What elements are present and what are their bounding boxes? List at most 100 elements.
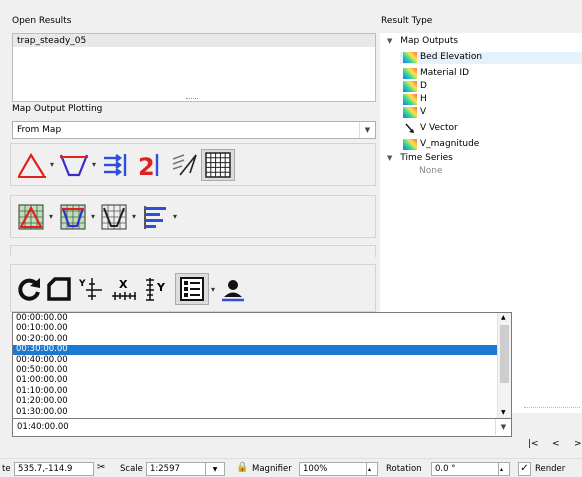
scroll-down-icon[interactable]: ▼ (501, 409, 506, 416)
coordinate-label: te (2, 464, 11, 474)
map-output-plotting-title: Map Output Plotting (12, 104, 103, 114)
tree-item-v-magnitude[interactable]: V_magnitude (403, 139, 479, 150)
x-axis-icon[interactable]: X (109, 275, 139, 303)
plot-toolbar-2: ▾ ▾ ▾ ▾ (10, 195, 376, 238)
tree-item-material-id[interactable]: Material ID (403, 68, 469, 79)
long-profile-mesh-dropdown-icon[interactable]: ▾ (49, 212, 53, 221)
scroll-up-icon[interactable]: ▲ (501, 314, 506, 321)
map-outputs-label: Map Outputs (400, 36, 459, 46)
cross-section-mesh-dropdown-icon[interactable]: ▾ (91, 212, 95, 221)
time-list-item[interactable]: 01:30:00.00 (13, 407, 509, 418)
splitter-handle[interactable] (186, 98, 198, 100)
open-results-list[interactable]: trap_steady_05 (12, 33, 376, 102)
user-pin-icon[interactable] (219, 275, 247, 303)
vector-arrow-icon (403, 123, 417, 134)
channel-mesh-icon[interactable] (99, 202, 129, 232)
channel-mesh-dropdown-icon[interactable]: ▾ (132, 212, 136, 221)
grid-toggle-icon[interactable] (201, 149, 235, 181)
two-d-icon[interactable]: 2 (135, 150, 165, 180)
map-outputs-node[interactable]: ▼ Map Outputs (387, 36, 458, 47)
time-select-value: 01:40:00.00 (17, 422, 69, 432)
scale-field[interactable]: 1:2597 (146, 462, 206, 476)
new-window-icon[interactable] (45, 275, 73, 303)
profile-dropdown-icon[interactable]: ▾ (50, 160, 54, 169)
profile-plot-icon[interactable] (16, 150, 48, 180)
time-series-node[interactable]: ▼ Time Series (387, 153, 453, 164)
scroll-thumb[interactable] (500, 325, 509, 383)
chevron-down-icon: ▼ (387, 154, 393, 162)
chevron-down-icon: ▼ (359, 122, 375, 138)
gradient-scalar-icon (403, 52, 417, 63)
time-select[interactable]: 01:40:00.00 ▼ (12, 418, 512, 437)
render-checkbox[interactable]: ✓ (518, 462, 531, 476)
tree-item-v[interactable]: V (403, 107, 426, 118)
flux-line-icon[interactable] (169, 150, 199, 180)
tree-item-v-vector[interactable]: V Vector (403, 123, 458, 134)
time-slider-ticks[interactable] (524, 407, 580, 411)
render-label: Render (535, 464, 566, 474)
plot-source-value: From Map (17, 125, 62, 135)
magnifier-spin-icon[interactable]: ▴ (366, 462, 378, 476)
time-list-item[interactable]: 00:30:00.00 (13, 345, 509, 355)
time-dropdown-list[interactable]: 00:00:00.00 00:10:00.00 00:20:00.00 00:30:0… (12, 312, 512, 437)
prev-frame-button[interactable]: < (552, 439, 560, 449)
gradient-scalar-icon (403, 107, 417, 118)
separator-frame (10, 245, 376, 257)
refresh-icon[interactable] (15, 275, 43, 303)
tree-item-bed-elevation[interactable]: Bed Elevation (403, 52, 482, 63)
y-axis-icon[interactable]: Y (141, 275, 171, 303)
svg-text:Y: Y (156, 281, 166, 294)
next-frame-button[interactable]: > (574, 439, 582, 449)
tree-item-h[interactable]: H (403, 94, 427, 105)
plot-toolbar-1: ▾ ▾ 2 (10, 143, 376, 186)
first-frame-button[interactable]: |< (528, 439, 539, 449)
plot-toolbar-3: Y X Y ▾ (10, 264, 376, 312)
time-list-item[interactable]: 00:50:00.00 (13, 365, 509, 376)
scale-dropdown-icon[interactable]: ▼ (205, 462, 225, 476)
long-profile-mesh-icon[interactable] (16, 202, 46, 232)
pan-axis-icon[interactable]: Y (77, 275, 105, 303)
time-list-item[interactable]: 01:20:00.00 (13, 397, 509, 407)
rotation-field[interactable]: 0.0 ° (431, 462, 505, 476)
mouse-capture-icon[interactable]: ✂ (97, 462, 105, 473)
time-list-item[interactable]: 00:00:00.00 (13, 313, 509, 324)
player-strip: |< < > (512, 407, 582, 449)
bar-list-dropdown-icon[interactable]: ▾ (173, 212, 177, 221)
lock-icon[interactable]: 🔒 (236, 462, 248, 473)
time-list-item[interactable]: 01:10:00.00 (13, 386, 509, 397)
time-list-item[interactable]: 00:10:00.00 (13, 324, 509, 334)
time-series-label: Time Series (400, 153, 453, 163)
cross-section-plot-icon[interactable] (58, 150, 90, 180)
cross-section-dropdown-icon[interactable]: ▾ (92, 160, 96, 169)
scale-label: Scale (120, 464, 143, 474)
svg-text:Y: Y (78, 279, 86, 289)
tree-item-d[interactable]: D (403, 81, 427, 92)
open-results-title: Open Results (12, 16, 72, 26)
time-list-item[interactable]: 00:40:00.00 (13, 355, 509, 366)
svg-text:X: X (119, 278, 128, 291)
magnifier-label: Magnifier (252, 464, 292, 474)
rotation-label: Rotation (386, 464, 422, 474)
open-results-item[interactable]: trap_steady_05 (17, 36, 86, 46)
time-list-item[interactable]: 01:00:00.00 (13, 376, 509, 386)
legend-dropdown-icon[interactable]: ▾ (211, 285, 215, 294)
chevron-down-icon: ▼ (495, 419, 511, 435)
gradient-scalar-icon (403, 68, 417, 79)
gradient-scalar-icon (403, 81, 417, 92)
tree-item-none: None (419, 166, 443, 176)
rotation-spin-icon[interactable]: ▴ (498, 462, 510, 476)
status-bar: te 535.7,-114.9 ✂ Scale 1:2597 ▼ 🔒 Magni… (0, 458, 582, 477)
svg-text:2: 2 (138, 153, 155, 179)
gradient-scalar-icon (403, 139, 417, 150)
chevron-down-icon: ▼ (387, 37, 393, 45)
bar-list-icon[interactable] (141, 202, 171, 232)
result-type-title: Result Type (381, 16, 433, 26)
gradient-scalar-icon (403, 94, 417, 105)
flow-arrows-icon[interactable] (101, 150, 131, 180)
cross-section-mesh-icon[interactable] (58, 202, 88, 232)
legend-toggle-icon[interactable] (175, 273, 209, 305)
time-list-item[interactable]: 00:20:00.00 (13, 334, 509, 345)
plot-source-select[interactable]: From Map ▼ (12, 121, 376, 139)
coordinate-field[interactable]: 535.7,-114.9 (14, 462, 94, 476)
magnifier-field[interactable]: 100% (299, 462, 373, 476)
